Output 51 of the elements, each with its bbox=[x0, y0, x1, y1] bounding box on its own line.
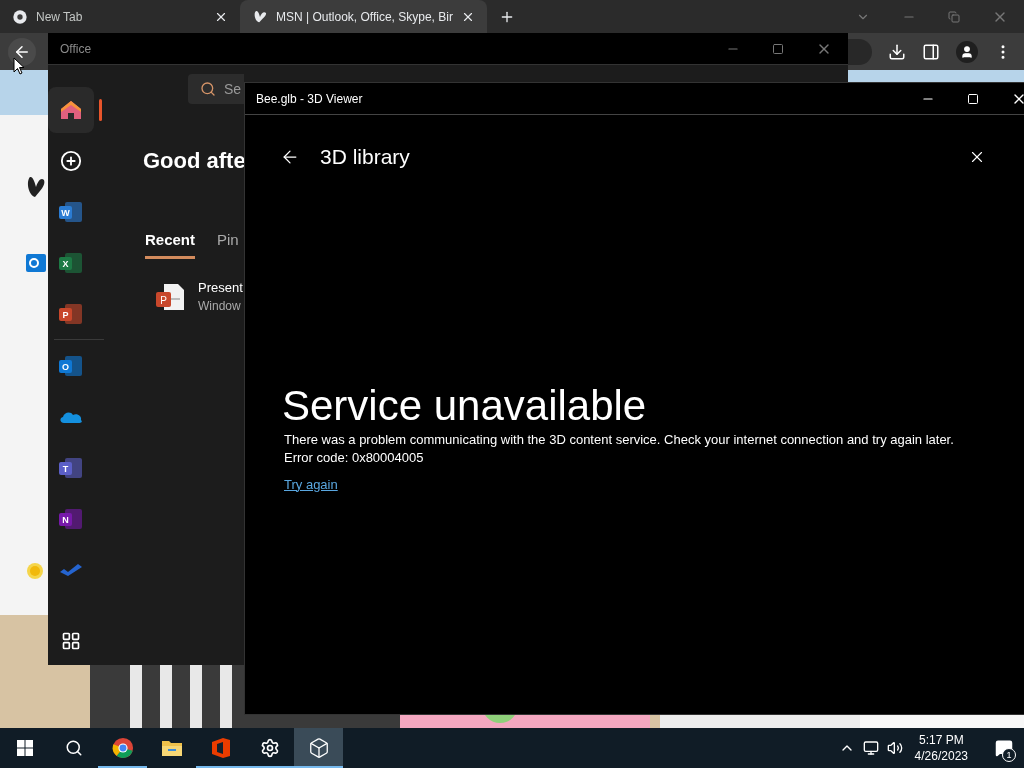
window-title: Bee.glb - 3D Viewer bbox=[255, 90, 363, 108]
sidebar-item[interactable]: W bbox=[48, 188, 94, 235]
apps-icon[interactable] bbox=[61, 631, 81, 651]
search-icon bbox=[64, 739, 83, 757]
sidebar-item[interactable]: P bbox=[48, 290, 94, 337]
greeting: Good afte bbox=[143, 147, 246, 175]
view-tab[interactable]: Recent bbox=[145, 229, 196, 259]
browser-tab[interactable]: MSN | Outlook, Office, Skype, Bir bbox=[240, 0, 487, 33]
recent-file[interactable]: P Present Window bbox=[156, 278, 243, 315]
browser-logo-icon bbox=[111, 737, 134, 759]
cube-icon bbox=[307, 737, 330, 759]
file-location: Window bbox=[198, 297, 242, 315]
file-name: Present bbox=[198, 278, 243, 297]
page-heading: 3D library bbox=[320, 144, 410, 170]
create-icon bbox=[60, 149, 82, 172]
sidebar-item[interactable] bbox=[48, 86, 94, 133]
sun-icon bbox=[26, 562, 44, 580]
taskbar-button[interactable] bbox=[294, 728, 343, 768]
volume-icon[interactable] bbox=[886, 740, 903, 756]
home-icon bbox=[60, 99, 82, 120]
side-panel-icon[interactable] bbox=[922, 42, 940, 61]
error-title: Service unavailable bbox=[282, 380, 647, 431]
clock[interactable]: 5:17 PM 4/26/2023 bbox=[914, 732, 968, 764]
try-again-link[interactable]: Try again bbox=[284, 474, 338, 494]
view-tab[interactable]: Pin bbox=[217, 229, 239, 259]
error-message: There was a problem communicating with the 3D content service. Check your internet connection and try again later. bbox=[284, 430, 954, 449]
notification-count: 1 bbox=[1002, 748, 1016, 762]
active-indicator bbox=[99, 98, 102, 121]
sidebar-item[interactable]: X bbox=[48, 239, 94, 286]
settings-icon bbox=[259, 738, 280, 758]
sidebar-item[interactable]: T bbox=[48, 444, 94, 491]
download-icon[interactable] bbox=[888, 42, 906, 61]
check-icon bbox=[60, 563, 82, 576]
error-code: Error code: 0x80004005 bbox=[284, 448, 424, 467]
folder-icon bbox=[160, 739, 183, 757]
windows-logo-icon bbox=[16, 740, 33, 756]
network-icon[interactable] bbox=[862, 740, 879, 756]
search-icon bbox=[200, 81, 216, 97]
office-logo-icon bbox=[211, 738, 230, 758]
person-icon bbox=[960, 44, 974, 59]
tab-title: New Tab bbox=[36, 8, 84, 26]
notifications-button[interactable]: 1 bbox=[984, 728, 1024, 768]
search-field[interactable]: Se bbox=[188, 74, 244, 104]
mail-app-icon bbox=[26, 254, 46, 272]
profile-avatar[interactable] bbox=[956, 40, 978, 63]
tab-title: MSN | Outlook, Office, Skype, Bir bbox=[276, 8, 453, 26]
sidebar-item[interactable]: N bbox=[48, 495, 94, 542]
mouse-cursor-icon bbox=[13, 57, 25, 75]
window-title: Office bbox=[59, 40, 92, 58]
sidebar-item[interactable]: O bbox=[48, 342, 94, 389]
back-button[interactable] bbox=[8, 37, 36, 66]
